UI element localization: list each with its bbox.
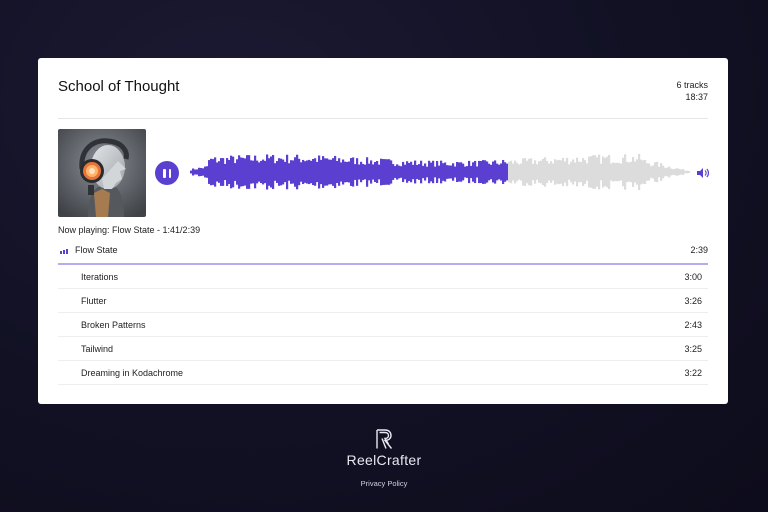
track-duration: 3:00: [684, 272, 702, 282]
album-player-card: School of Thought 6 tracks 18:37 Now pla…: [38, 58, 728, 404]
total-duration: 18:37: [685, 92, 708, 102]
album-title: School of Thought: [58, 78, 180, 95]
track-name: Flutter: [81, 296, 107, 306]
track-name: Dreaming in Kodachrome: [81, 368, 184, 378]
track-row-current[interactable]: Flow State 2:39: [58, 241, 708, 265]
track-name: Iterations: [81, 272, 119, 282]
track-row[interactable]: Broken Patterns 2:43: [58, 313, 708, 337]
track-duration: 2:39: [690, 245, 708, 255]
track-row[interactable]: Dreaming in Kodachrome 3:22: [58, 361, 708, 385]
pause-icon-bar: [168, 168, 171, 178]
waveform-scrubber[interactable]: [190, 145, 690, 199]
track-count: 6 tracks: [676, 80, 708, 90]
album-meta: 6 tracks 18:37: [676, 79, 708, 103]
track-row[interactable]: Tailwind 3:25: [58, 337, 708, 361]
privacy-policy-link[interactable]: Privacy Policy: [0, 479, 768, 488]
now-playing-text: Now playing: Flow State - 1:41/2:39: [58, 225, 201, 235]
track-row[interactable]: Flutter 3:26: [58, 289, 708, 313]
track-duration: 2:43: [684, 320, 702, 330]
reelcrafter-logo-icon: [376, 429, 393, 449]
track-name: Broken Patterns: [81, 320, 146, 330]
speaker-icon[interactable]: [696, 167, 710, 179]
track-duration: 3:25: [684, 344, 702, 354]
brand-name: ReelCrafter: [346, 452, 422, 468]
footer: ReelCrafter Privacy Policy: [0, 428, 768, 488]
track-duration: 3:26: [684, 296, 702, 306]
equalizer-icon: [60, 249, 69, 254]
track-name: Tailwind: [81, 344, 114, 354]
pause-button[interactable]: [155, 161, 179, 185]
track-duration: 3:22: [684, 368, 702, 378]
album-cover: [58, 129, 146, 217]
audio-player: [58, 119, 710, 219]
album-header: School of Thought 6 tracks 18:37: [58, 58, 708, 119]
track-list: Flow State 2:39 Iterations 3:00 Flutter 3:26 B…: [58, 241, 708, 385]
track-row[interactable]: Iterations 3:00: [58, 265, 708, 289]
pause-icon: [163, 168, 166, 178]
track-name: Flow State: [75, 245, 118, 255]
